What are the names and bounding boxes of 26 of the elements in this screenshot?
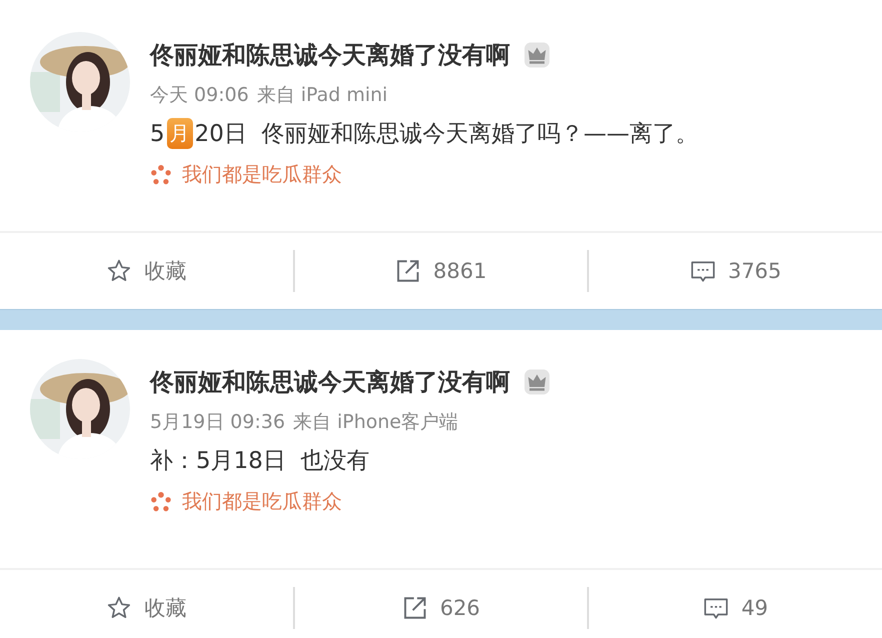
author-name[interactable]: 佟丽娅和陈思诚今天离婚了没有啊 <box>150 39 510 71</box>
month-emoji: 月 <box>166 118 193 149</box>
favorite-button[interactable]: 收藏 <box>0 257 293 285</box>
star-icon <box>106 595 132 621</box>
post-source: 来自 iPhone客户端 <box>293 410 458 435</box>
post-source: 来自 iPad mini <box>256 83 388 108</box>
post-time: 今天 09:06 <box>150 83 249 108</box>
author-name[interactable]: 佟丽娅和陈思诚今天离婚了没有啊 <box>150 366 510 398</box>
favorite-button[interactable]: 收藏 <box>0 594 293 622</box>
topic-link[interactable]: 我们都是吃瓜群众 <box>182 488 342 515</box>
post-time: 5月19日 09:36 <box>150 410 286 435</box>
post-text: 20日 佟丽娅和陈思诚今天离婚了吗？——离了。 <box>194 120 699 149</box>
star-icon <box>106 258 132 284</box>
repost-button[interactable]: 8861 <box>294 258 588 284</box>
repost-button[interactable]: 626 <box>294 595 588 621</box>
crown-icon <box>522 40 552 70</box>
flower-icon <box>150 490 172 512</box>
crown-icon <box>522 367 552 397</box>
topic-link[interactable]: 我们都是吃瓜群众 <box>182 161 342 188</box>
post-text: 5 <box>150 120 165 146</box>
share-icon <box>395 258 422 284</box>
comment-button[interactable]: 49 <box>589 595 882 621</box>
post-text: 补：5月18日 也没有 <box>150 447 370 476</box>
flower-icon <box>150 164 172 186</box>
share-icon <box>402 595 428 621</box>
comment-button[interactable]: 3765 <box>589 258 882 284</box>
